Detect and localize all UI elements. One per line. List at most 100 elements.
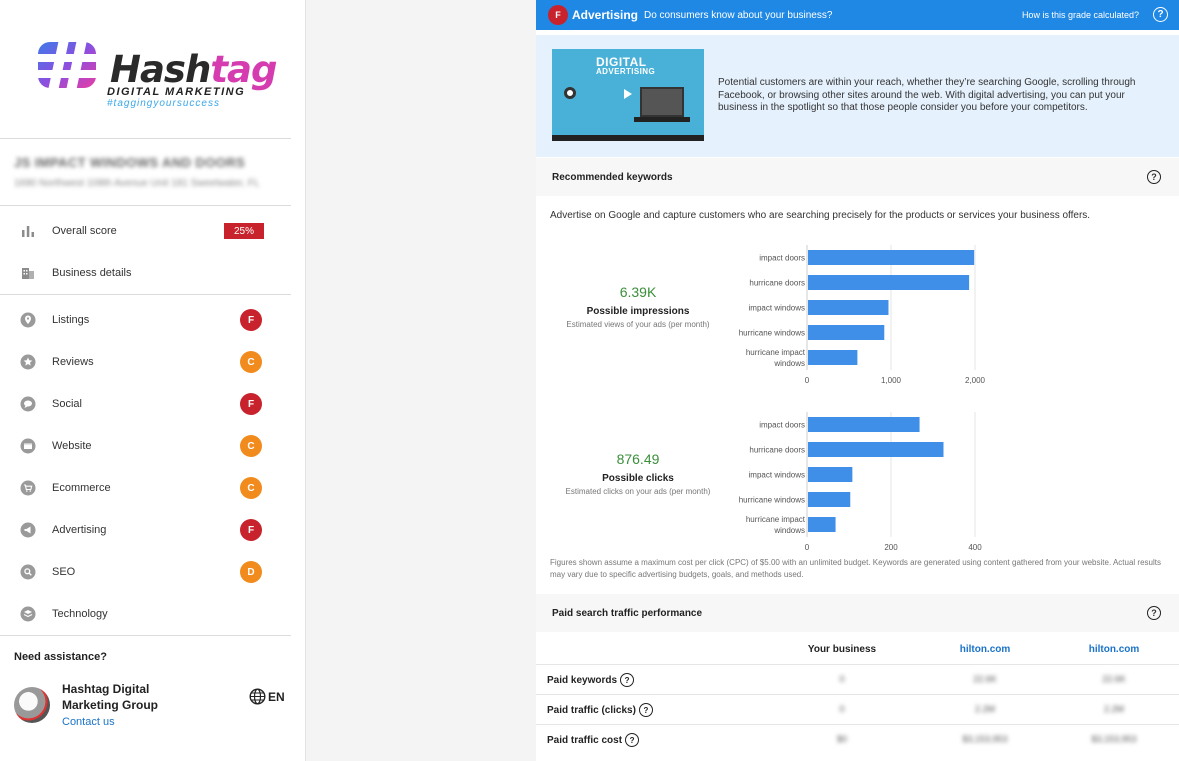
- sidebar-item-label: SEO: [52, 566, 76, 578]
- category-label: impact windows: [749, 304, 805, 313]
- clicks-value: 876.49: [616, 451, 660, 467]
- business-name: JS IMPACT WINDOWS AND DOORS: [14, 155, 246, 170]
- sidebar-item-business-details[interactable]: Business details: [0, 255, 291, 291]
- col-competitor-link[interactable]: hilton.com: [925, 644, 1045, 655]
- table-cell: $0: [836, 734, 847, 744]
- overall-score-badge: 25%: [224, 223, 264, 239]
- background-gutter: [306, 0, 536, 761]
- impressions-label: Possible impressions: [586, 306, 690, 317]
- star-icon: [20, 354, 36, 370]
- paid-search-header: Paid search traffic performance ?: [536, 594, 1179, 632]
- table-cell: 22.6K: [1102, 674, 1126, 684]
- contact-us-link[interactable]: Contact us: [62, 716, 115, 728]
- col-competitor-link[interactable]: hilton.com: [1054, 644, 1174, 655]
- sidebar-item-label: Overall score: [52, 225, 117, 237]
- impressions-stat: 6.39K Possible impressions Estimated vie…: [538, 284, 738, 329]
- keywords-title: Recommended keywords: [552, 171, 673, 183]
- grade-badge: C: [240, 351, 262, 373]
- video-thumbnail[interactable]: DIGITAL ADVERTISING: [552, 49, 704, 141]
- impressions-sub: Estimated views of your ads (per month): [566, 320, 710, 329]
- impressions-chart: 0 1,000 2,000 impact doors hurricane doors im…: [739, 245, 986, 385]
- bar: [808, 467, 853, 482]
- business-address: 1690 Northwest 108th Avenue Unit 181 Swe…: [14, 178, 260, 189]
- divider: [0, 138, 291, 139]
- layers-icon: [20, 606, 36, 622]
- clicks-chart: 0 200 400 impact doors hurricane doors impact…: [739, 412, 982, 552]
- sidebar-item-label: Advertising: [52, 524, 107, 536]
- divider: [0, 294, 291, 295]
- sidebar-item-label: Website: [52, 440, 92, 452]
- bar: [808, 442, 944, 457]
- table-cell: 22.6K: [973, 674, 997, 684]
- sidebar-item-listings[interactable]: Listings F: [0, 302, 291, 338]
- sidebar-item-seo[interactable]: SEO D: [0, 554, 291, 590]
- help-icon[interactable]: ?: [620, 673, 635, 687]
- footnote: Figures shown assume a maximum cost per …: [550, 558, 1161, 579]
- keywords-header: Recommended keywords ?: [536, 158, 1179, 196]
- category-label: hurricane impact windows: [746, 348, 806, 368]
- browser-window-icon: [20, 438, 36, 454]
- category-label: hurricane doors: [749, 446, 805, 455]
- help-icon[interactable]: ?: [1147, 606, 1161, 620]
- globe-icon: [249, 688, 266, 705]
- chat-bubble-icon: [20, 396, 36, 412]
- grade-calculation-link[interactable]: How is this grade calculated?: [1022, 10, 1139, 20]
- sidebar-item-ecommerce[interactable]: Ecommerce C: [0, 470, 291, 506]
- section-header: F Advertising Do consumers know about yo…: [536, 0, 1179, 30]
- category-label: hurricane windows: [739, 329, 805, 338]
- intro-text: Potential customers are within your reac…: [718, 77, 1136, 113]
- help-icon[interactable]: ?: [1147, 170, 1161, 184]
- sidebar-item-label: Listings: [52, 314, 90, 326]
- help-icon[interactable]: ?: [1153, 7, 1168, 22]
- tick-label: 400: [968, 543, 982, 552]
- sidebar-item-overall-score[interactable]: Overall score 25%: [0, 213, 291, 249]
- sidebar-item-advertising[interactable]: Advertising F: [0, 512, 291, 548]
- sidebar-item-reviews[interactable]: Reviews C: [0, 344, 291, 380]
- sidebar-item-website[interactable]: Website C: [0, 428, 291, 464]
- divider: [0, 205, 291, 206]
- shopping-cart-icon: [20, 480, 36, 496]
- language-selector[interactable]: EN: [249, 688, 285, 705]
- bar: [808, 250, 975, 265]
- sidebar-item-social[interactable]: Social F: [0, 386, 291, 422]
- logo-wordmark: Hashtag: [110, 48, 277, 91]
- category-label: hurricane impact windows: [746, 515, 806, 535]
- tick-label: 200: [884, 543, 898, 552]
- bar: [808, 275, 970, 290]
- bar: [808, 350, 858, 365]
- magnifier-icon: [20, 564, 36, 580]
- sidebar-item-label: Business details: [52, 267, 132, 279]
- col-your-business: Your business: [807, 644, 877, 655]
- grade-badge: F: [548, 5, 568, 25]
- tick-label: 1,000: [881, 376, 902, 385]
- sidebar-item-label: Social: [52, 398, 82, 410]
- video-controls-bar: [552, 135, 704, 141]
- table-row: Paid traffic cost? $0 $3,153,953 $3,153,…: [536, 724, 1179, 754]
- hashtag-logo-icon: [36, 32, 98, 94]
- intro-banner: DIGITAL ADVERTISING Potential customers …: [536, 35, 1179, 157]
- contact-name: Hashtag Digital Marketing Group: [62, 682, 159, 712]
- tick-label: 0: [805, 376, 810, 385]
- sidebar-item-label: Ecommerce: [52, 482, 111, 494]
- play-icon[interactable]: [624, 89, 632, 99]
- clicks-label: Possible clicks: [602, 473, 674, 484]
- row-label: Paid traffic cost?: [547, 733, 640, 747]
- bar: [808, 300, 889, 315]
- tick-label: 0: [805, 543, 810, 552]
- tick-label: 2,000: [965, 376, 986, 385]
- keywords-description: Advertise on Google and capture customer…: [550, 210, 1091, 221]
- laptop-icon: [640, 87, 684, 117]
- help-icon[interactable]: ?: [638, 703, 653, 717]
- bar: [808, 417, 920, 432]
- sidebar: Hashtag DIGITAL MARKETING #taggingyoursu…: [0, 0, 306, 761]
- grade-badge: D: [240, 561, 262, 583]
- logo-subtitle: DIGITAL MARKETING: [107, 86, 246, 98]
- sidebar-item-technology[interactable]: Technology: [0, 596, 291, 632]
- help-icon[interactable]: ?: [625, 733, 640, 747]
- table-cell: 0: [839, 704, 845, 714]
- bar: [808, 325, 885, 340]
- table-cell: $3,153,953: [962, 734, 1008, 744]
- grade-badge: F: [240, 519, 262, 541]
- decorative-circle-icon: [564, 87, 576, 99]
- grade-badge: C: [240, 477, 262, 499]
